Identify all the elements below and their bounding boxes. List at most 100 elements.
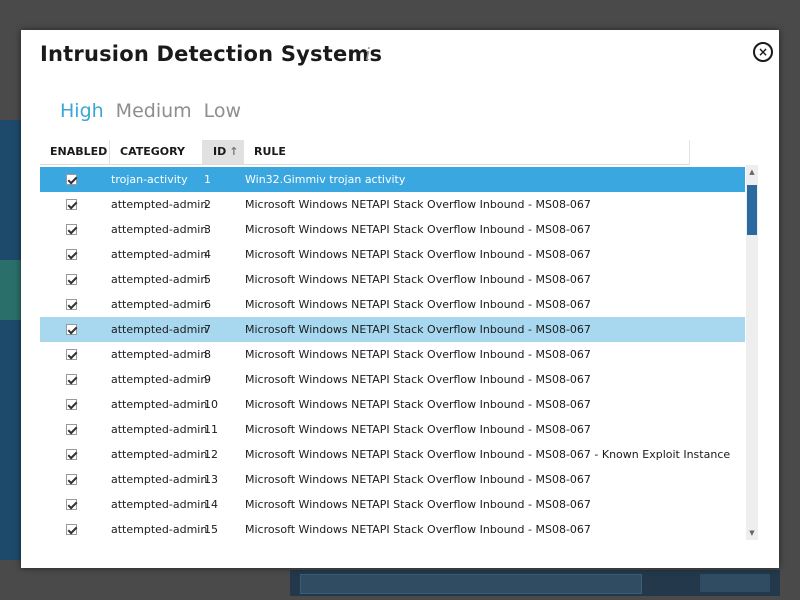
rule-cell: Microsoft Windows NETAPI Stack Overflow …: [245, 273, 591, 286]
enabled-checkbox[interactable]: [66, 174, 77, 185]
table-row[interactable]: attempted-admin 9 Microsoft Windows NETAPI…: [40, 367, 745, 392]
id-cell: 7: [204, 323, 211, 336]
enabled-checkbox[interactable]: [66, 274, 77, 285]
table-row[interactable]: attempted-admin 7 Microsoft Windows NETAPI…: [40, 317, 745, 342]
table-row[interactable]: attempted-admin 12 Microsoft Windows NETAP…: [40, 442, 745, 467]
id-cell: 8: [204, 348, 211, 361]
background-button: [700, 574, 770, 592]
table-row[interactable]: attempted-admin 13 Microsoft Windows NETAP…: [40, 467, 745, 492]
category-cell: attempted-admin: [111, 298, 208, 311]
category-cell: attempted-admin: [111, 498, 208, 511]
rule-cell: Microsoft Windows NETAPI Stack Overflow …: [245, 423, 591, 436]
enabled-checkbox[interactable]: [66, 374, 77, 385]
column-header-id[interactable]: ID ↑: [203, 140, 244, 164]
enabled-checkbox[interactable]: [66, 324, 77, 335]
enabled-checkbox[interactable]: [66, 449, 77, 460]
rule-cell: Microsoft Windows NETAPI Stack Overflow …: [245, 473, 591, 486]
enabled-cell: [66, 192, 77, 217]
background-field: [300, 574, 642, 594]
id-cell: 3: [204, 223, 211, 236]
id-cell: 9: [204, 373, 211, 386]
enabled-checkbox[interactable]: [66, 424, 77, 435]
enabled-cell: [66, 267, 77, 292]
close-icon: ×: [757, 45, 769, 59]
table-row[interactable]: attempted-admin 4 Microsoft Windows NETAPI…: [40, 242, 745, 267]
table-row[interactable]: attempted-admin 11 Microsoft Windows NETAP…: [40, 417, 745, 442]
rule-cell: Microsoft Windows NETAPI Stack Overflow …: [245, 198, 591, 211]
table-scrollbar[interactable]: ▲ ▼: [746, 165, 758, 540]
enabled-cell: [66, 217, 77, 242]
id-cell: 11: [204, 423, 218, 436]
table-row[interactable]: attempted-admin 3 Microsoft Windows NETAPI…: [40, 217, 745, 242]
id-cell: 5: [204, 273, 211, 286]
enabled-cell: [66, 492, 77, 517]
id-cell: 2: [204, 198, 211, 211]
background-panel: [0, 260, 22, 320]
table-row[interactable]: attempted-admin 15 Microsoft Windows NETAP…: [40, 517, 745, 540]
column-header-enabled[interactable]: ENABLED: [40, 140, 110, 164]
id-cell: 14: [204, 498, 218, 511]
category-cell: attempted-admin: [111, 473, 208, 486]
id-cell: 13: [204, 473, 218, 486]
column-header-category[interactable]: CATEGORY: [110, 140, 203, 164]
enabled-checkbox[interactable]: [66, 249, 77, 260]
id-cell: 15: [204, 523, 218, 536]
enabled-checkbox[interactable]: [66, 199, 77, 210]
enabled-cell: [66, 317, 77, 342]
enabled-checkbox[interactable]: [66, 224, 77, 235]
rule-cell: Microsoft Windows NETAPI Stack Overflow …: [245, 373, 591, 386]
tab-high[interactable]: High: [60, 100, 104, 122]
id-cell: 4: [204, 248, 211, 261]
table-row[interactable]: attempted-admin 14 Microsoft Windows NETAP…: [40, 492, 745, 517]
scroll-down-icon[interactable]: ▼: [746, 528, 758, 538]
table-row[interactable]: attempted-admin 2 Microsoft Windows NETAPI…: [40, 192, 745, 217]
id-cell: 6: [204, 298, 211, 311]
tab-medium[interactable]: Medium: [116, 100, 192, 122]
rules-table: ENABLED CATEGORY ID ↑ RULE trojan-activit…: [40, 140, 760, 540]
close-button[interactable]: ×: [753, 42, 773, 62]
background-panel: [0, 120, 22, 260]
enabled-cell: [66, 167, 77, 192]
severity-tabs: High Medium Low: [60, 100, 241, 122]
table-row[interactable]: attempted-admin 5 Microsoft Windows NETAPI…: [40, 267, 745, 292]
enabled-cell: [66, 517, 77, 540]
category-cell: attempted-admin: [111, 373, 208, 386]
scroll-up-icon[interactable]: ▲: [746, 167, 758, 177]
sort-ascending-icon: ↑: [229, 145, 239, 158]
enabled-checkbox[interactable]: [66, 299, 77, 310]
table-row[interactable]: attempted-admin 10 Microsoft Windows NETAP…: [40, 392, 745, 417]
category-cell: attempted-admin: [111, 223, 208, 236]
enabled-cell: [66, 442, 77, 467]
table-header: ENABLED CATEGORY ID ↑ RULE: [40, 140, 690, 165]
table-row[interactable]: attempted-admin 8 Microsoft Windows NETAPI…: [40, 342, 745, 367]
category-cell: attempted-admin: [111, 348, 208, 361]
category-cell: attempted-admin: [111, 198, 208, 211]
id-cell: 1: [204, 173, 211, 186]
table-row[interactable]: attempted-admin 6 Microsoft Windows NETAPI…: [40, 292, 745, 317]
tab-low[interactable]: Low: [204, 100, 241, 122]
category-cell: attempted-admin: [111, 523, 208, 536]
enabled-checkbox[interactable]: [66, 399, 77, 410]
category-cell: attempted-admin: [111, 248, 208, 261]
scrollbar-thumb[interactable]: [747, 185, 757, 235]
table-row[interactable]: trojan-activity 1 Win32.Gimmiv trojan acti…: [40, 167, 745, 192]
column-header-rule[interactable]: RULE: [244, 140, 690, 164]
enabled-checkbox[interactable]: [66, 349, 77, 360]
id-cell: 10: [204, 398, 218, 411]
column-header-id-label: ID: [213, 145, 227, 158]
rule-cell: Microsoft Windows NETAPI Stack Overflow …: [245, 523, 591, 536]
enabled-checkbox[interactable]: [66, 474, 77, 485]
enabled-checkbox[interactable]: [66, 524, 77, 535]
enabled-cell: [66, 367, 77, 392]
id-cell: 12: [204, 448, 218, 461]
table-body: trojan-activity 1 Win32.Gimmiv trojan acti…: [40, 167, 745, 540]
rule-cell: Microsoft Windows NETAPI Stack Overflow …: [245, 248, 591, 261]
rule-cell: Microsoft Windows NETAPI Stack Overflow …: [245, 323, 591, 336]
enabled-checkbox[interactable]: [66, 499, 77, 510]
rule-cell: Win32.Gimmiv trojan activity: [245, 173, 406, 186]
enabled-cell: [66, 342, 77, 367]
category-cell: attempted-admin: [111, 273, 208, 286]
enabled-cell: [66, 242, 77, 267]
info-icon[interactable]: i: [365, 44, 371, 65]
dialog-title: Intrusion Detection Systems: [40, 42, 383, 66]
